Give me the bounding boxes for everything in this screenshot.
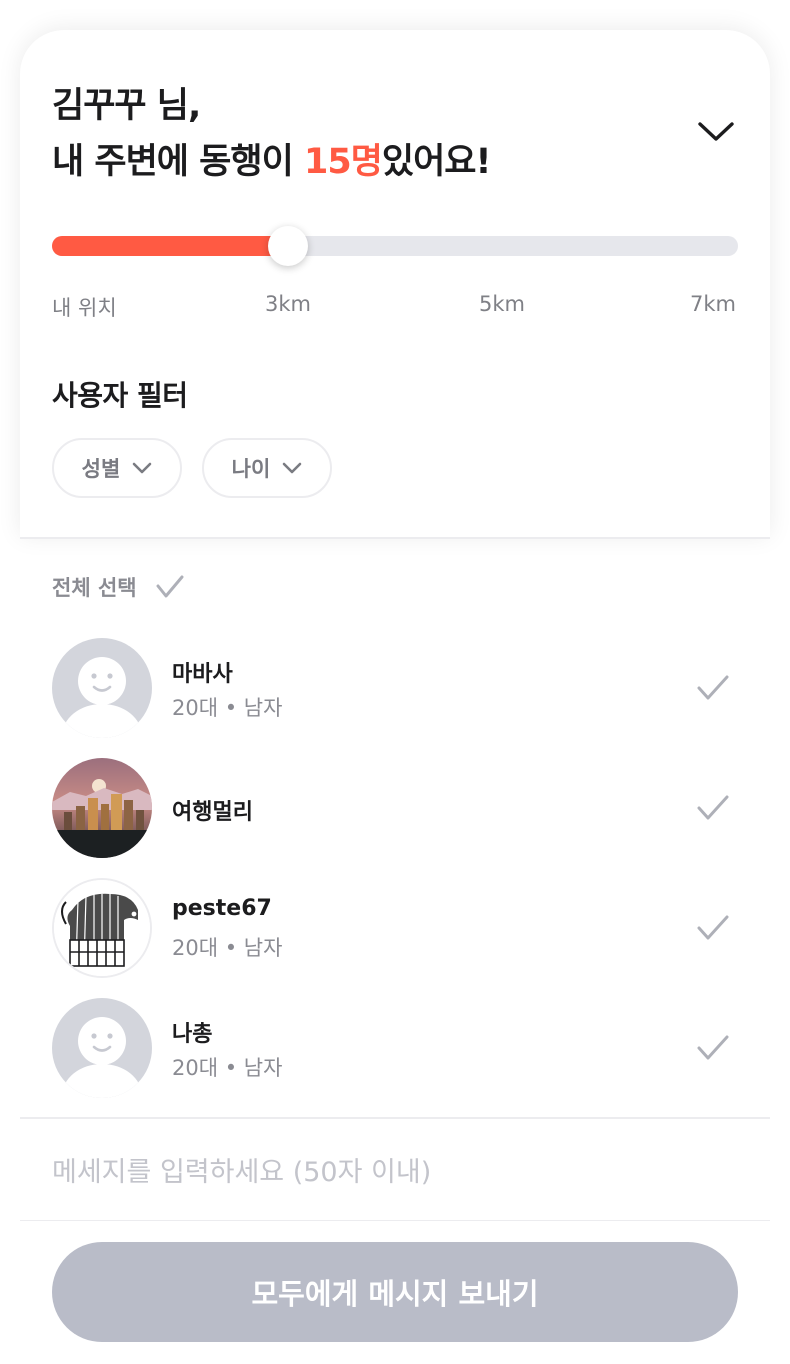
check-icon bbox=[156, 575, 184, 598]
default-avatar bbox=[52, 998, 152, 1098]
divider bbox=[20, 537, 770, 539]
user-row[interactable]: 나총 20대 • 남자 bbox=[52, 998, 738, 1098]
greeting: 김꾸꾸 님, bbox=[52, 86, 201, 126]
send-to-all-button[interactable]: 모두에게 메시지 보내기 bbox=[52, 1242, 738, 1342]
tick-my-location: 내 위치 bbox=[52, 296, 117, 320]
distance-slider[interactable] bbox=[52, 226, 738, 266]
message-input[interactable]: 메세지를 입력하세요 (50자 이내) bbox=[52, 1150, 431, 1189]
check-icon[interactable] bbox=[696, 914, 730, 942]
dog-drawing-avatar bbox=[52, 878, 152, 978]
user-name: peste67 bbox=[172, 896, 272, 921]
divider bbox=[20, 1117, 770, 1119]
user-row[interactable]: 마바사 20대 • 남자 bbox=[52, 638, 738, 738]
user-name: 나총 bbox=[172, 1022, 213, 1047]
age-filter-label: 나이 bbox=[231, 457, 271, 481]
user-meta: 20대 • 남자 bbox=[172, 696, 283, 720]
check-icon[interactable] bbox=[696, 674, 730, 702]
tick-5km: 5km bbox=[479, 292, 525, 316]
gender-filter-label: 성별 bbox=[81, 457, 121, 481]
user-row[interactable]: 여행멀리 bbox=[52, 758, 738, 858]
page-title: 김꾸꾸 님, 내 주변에 동행이 15명있어요! bbox=[52, 78, 492, 190]
slider-thumb[interactable] bbox=[268, 226, 308, 266]
default-avatar bbox=[52, 638, 152, 738]
nearby-suffix: 있어요! bbox=[381, 142, 492, 182]
select-all-toggle[interactable]: 전체 선택 bbox=[52, 572, 185, 602]
user-name: 마바사 bbox=[172, 662, 233, 687]
tick-7km: 7km bbox=[690, 292, 736, 316]
user-name: 여행멀리 bbox=[172, 800, 253, 825]
chevron-down-icon[interactable] bbox=[696, 116, 736, 146]
nearby-prefix: 내 주변에 동행이 bbox=[52, 142, 304, 182]
check-icon[interactable] bbox=[696, 794, 730, 822]
user-meta: 20대 • 남자 bbox=[172, 1056, 283, 1080]
divider bbox=[20, 1220, 770, 1221]
user-row[interactable]: peste67 20대 • 남자 bbox=[52, 878, 738, 978]
select-all-label: 전체 선택 bbox=[52, 576, 137, 600]
gender-filter-chip[interactable]: 성별 bbox=[52, 438, 182, 498]
age-filter-chip[interactable]: 나이 bbox=[202, 438, 332, 498]
tick-3km: 3km bbox=[265, 292, 311, 316]
nearby-count: 15명 bbox=[303, 142, 383, 182]
chevron-down-icon bbox=[283, 462, 302, 474]
user-meta: 20대 • 남자 bbox=[172, 936, 283, 960]
check-icon[interactable] bbox=[696, 1034, 730, 1062]
city-skyline-avatar bbox=[52, 758, 152, 858]
slider-fill bbox=[52, 236, 288, 256]
distance-filter-card: 김꾸꾸 님, 내 주변에 동행이 15명있어요! 내 위치 3km 5km 7k… bbox=[20, 30, 770, 538]
filter-section-title: 사용자 필터 bbox=[52, 379, 188, 412]
nearby-count-line: 내 주변에 동행이 15명있어요! bbox=[52, 134, 492, 190]
chevron-down-icon bbox=[133, 462, 152, 474]
